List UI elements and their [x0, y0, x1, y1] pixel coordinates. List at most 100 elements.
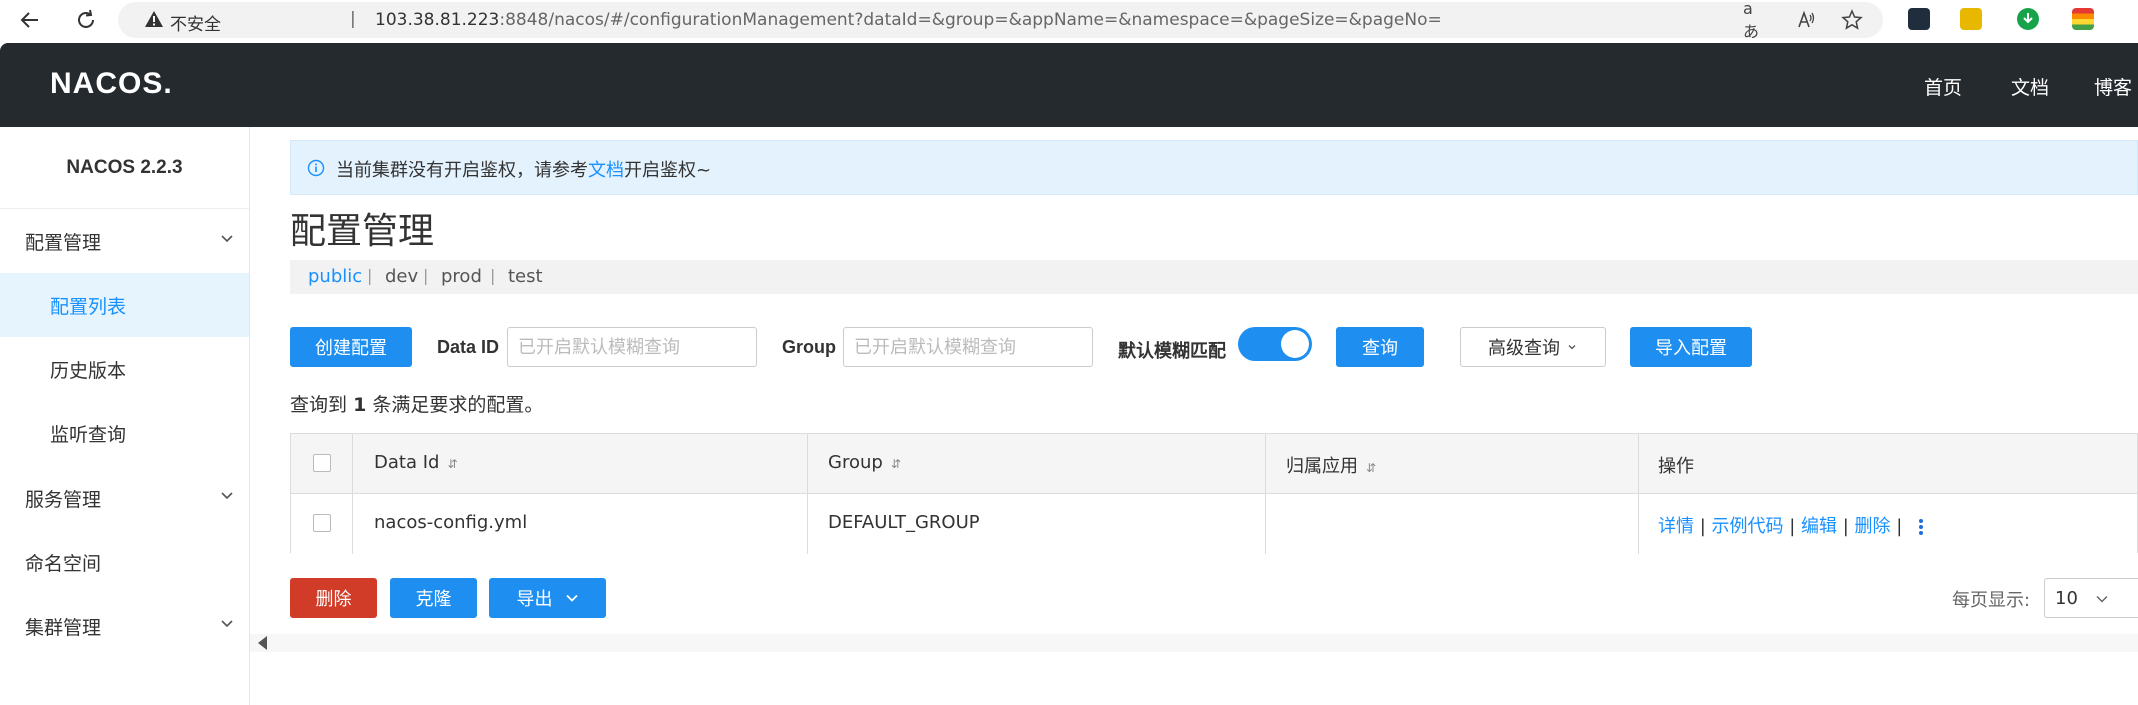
import-config-button[interactable]: 导入配置 — [1630, 327, 1752, 367]
back-icon[interactable] — [14, 4, 46, 36]
clone-button[interactable]: 克隆 — [390, 578, 477, 618]
header-operations: 操作 — [1658, 456, 1694, 477]
column-divider — [1265, 434, 1266, 554]
address-separator: | — [350, 9, 356, 29]
sort-icon[interactable]: ⇵ — [891, 457, 901, 471]
sort-icon[interactable]: ⇵ — [447, 457, 457, 471]
sidebar-item-label: 配置管理 — [25, 231, 102, 254]
refresh-icon[interactable] — [70, 4, 102, 36]
fuzzy-match-toggle[interactable] — [1238, 327, 1312, 361]
op-edit-link[interactable]: 编辑 — [1801, 516, 1837, 537]
table-row: nacos-config.yml DEFAULT_GROUP 详情 | 示例代码… — [291, 494, 2137, 554]
sidebar-item-listener-query[interactable]: 监听查询 — [0, 401, 249, 465]
scroll-left-arrow-icon[interactable] — [258, 636, 267, 650]
namespace-separator: | — [490, 266, 496, 285]
cell-operations: 详情 | 示例代码 | 编辑 | 删除 | — [1658, 512, 1924, 538]
delete-button[interactable]: 删除 — [290, 578, 377, 618]
more-vertical-icon[interactable] — [1918, 518, 1924, 536]
sidebar-item-label: 集群管理 — [25, 616, 102, 639]
extension-3-icon[interactable] — [2072, 8, 2094, 30]
namespace-test[interactable]: test — [508, 266, 543, 287]
extension-2-icon[interactable] — [1960, 8, 1982, 30]
notice-docs-link[interactable]: 文档 — [588, 160, 624, 181]
namespace-prod[interactable]: prod — [441, 266, 482, 287]
sidebar: NACOS 2.2.3 配置管理 配置列表 历史版本 监听查询 服务管理 命名空… — [0, 127, 250, 705]
notice-text: 当前集群没有开启鉴权，请参考文档开启鉴权~ — [336, 156, 711, 182]
info-icon — [307, 159, 325, 177]
sort-icon[interactable]: ⇵ — [1366, 461, 1376, 475]
sidebar-item-history[interactable]: 历史版本 — [0, 337, 249, 401]
nav-blog[interactable]: 博客 — [2094, 73, 2132, 100]
create-config-button[interactable]: 创建配置 — [290, 327, 412, 367]
column-divider — [1638, 434, 1639, 554]
namespace-public[interactable]: public — [308, 266, 362, 287]
sidebar-item-config-management[interactable]: 配置管理 — [0, 209, 249, 273]
notice-suffix: 开启鉴权~ — [624, 160, 712, 181]
sidebar-item-config-list[interactable]: 配置列表 — [0, 273, 249, 337]
sidebar-item-namespace[interactable]: 命名空间 — [0, 530, 249, 594]
column-divider — [352, 434, 353, 554]
sidebar-item-label: 监听查询 — [50, 423, 127, 446]
warning-icon — [144, 10, 164, 33]
url-host: 103.38.81.223 — [375, 10, 500, 30]
advanced-query-label: 高级查询 — [1488, 338, 1560, 359]
advanced-query-button[interactable]: 高级查询 — [1460, 327, 1606, 367]
auth-notice: 当前集群没有开启鉴权，请参考文档开启鉴权~ — [290, 140, 2138, 195]
immersive-reader-icon[interactable] — [1794, 8, 1818, 32]
nav-docs[interactable]: 文档 — [2011, 73, 2049, 100]
browser-toolbar: 不安全 | 103.38.81.223:8848/nacos/#/configu… — [0, 0, 2138, 41]
header-label: 归属应用 — [1286, 456, 1358, 477]
column-divider — [807, 434, 808, 554]
nacos-logo[interactable]: NACOS. — [50, 67, 173, 101]
notice-prefix: 当前集群没有开启鉴权，请参考 — [336, 160, 588, 181]
row-checkbox[interactable] — [313, 514, 331, 532]
export-label: 导出 — [516, 589, 553, 610]
op-detail-link[interactable]: 详情 — [1658, 516, 1694, 537]
header-app[interactable]: 归属应用 ⇵ — [1286, 452, 1376, 478]
result-prefix: 查询到 — [290, 394, 348, 416]
version-label: NACOS 2.2.3 — [0, 127, 249, 209]
table-header: Data Id ⇵ Group ⇵ 归属应用 ⇵ 操作 — [291, 434, 2137, 494]
chevron-down-icon — [565, 594, 578, 602]
query-button[interactable]: 查询 — [1336, 327, 1424, 367]
chevron-down-icon — [2096, 595, 2108, 603]
op-delete-link[interactable]: 删除 — [1855, 516, 1891, 537]
read-aloud-icon[interactable]: aあ — [1743, 0, 1767, 41]
url-path: :8848/nacos/#/configurationManagement?da… — [499, 10, 1442, 30]
page-size-label: 每页显示: — [1952, 590, 2031, 611]
chevron-down-icon — [1568, 345, 1576, 350]
header-label: Data Id — [374, 452, 440, 473]
export-button[interactable]: 导出 — [489, 578, 606, 618]
header-data-id[interactable]: Data Id ⇵ — [374, 452, 458, 473]
sidebar-item-service-management[interactable]: 服务管理 — [0, 466, 249, 530]
sidebar-item-cluster-management[interactable]: 集群管理 — [0, 594, 249, 658]
select-all-checkbox[interactable] — [313, 454, 331, 472]
chevron-down-icon — [221, 492, 233, 500]
insecure-label: 不安全 — [170, 15, 221, 35]
namespace-separator: | — [367, 266, 373, 285]
url-text: 103.38.81.223:8848/nacos/#/configuration… — [375, 10, 1442, 30]
fuzzy-match-label: 默认模糊匹配 — [1118, 341, 1226, 361]
result-suffix: 条满足要求的配置。 — [372, 394, 544, 416]
nav-home[interactable]: 首页 — [1924, 73, 1962, 100]
op-sample-code-link[interactable]: 示例代码 — [1712, 516, 1784, 537]
sidebar-item-label: 服务管理 — [25, 488, 102, 511]
extension-1-icon[interactable] — [1908, 8, 1930, 30]
page-size-value: 10 — [2055, 588, 2078, 609]
cell-group: DEFAULT_GROUP — [828, 512, 980, 533]
header-group[interactable]: Group ⇵ — [828, 452, 901, 473]
sidebar-item-label: 命名空间 — [25, 552, 102, 575]
group-input[interactable] — [843, 327, 1093, 367]
favorite-star-icon[interactable] — [1840, 8, 1864, 32]
cell-data-id: nacos-config.yml — [374, 512, 528, 533]
result-summary: 查询到 1 条满足要求的配置。 — [290, 390, 543, 417]
horizontal-scrollbar[interactable] — [250, 634, 2138, 652]
group-label: Group — [782, 337, 836, 357]
address-bar[interactable]: 不安全 | 103.38.81.223:8848/nacos/#/configu… — [118, 0, 1883, 41]
page-size-select[interactable]: 10 — [2044, 578, 2138, 618]
dataid-input[interactable] — [507, 327, 757, 367]
download-icon[interactable] — [2017, 8, 2039, 30]
page-title: 配置管理 — [290, 211, 435, 252]
result-count: 1 — [353, 394, 367, 416]
namespace-dev[interactable]: dev — [385, 266, 418, 287]
